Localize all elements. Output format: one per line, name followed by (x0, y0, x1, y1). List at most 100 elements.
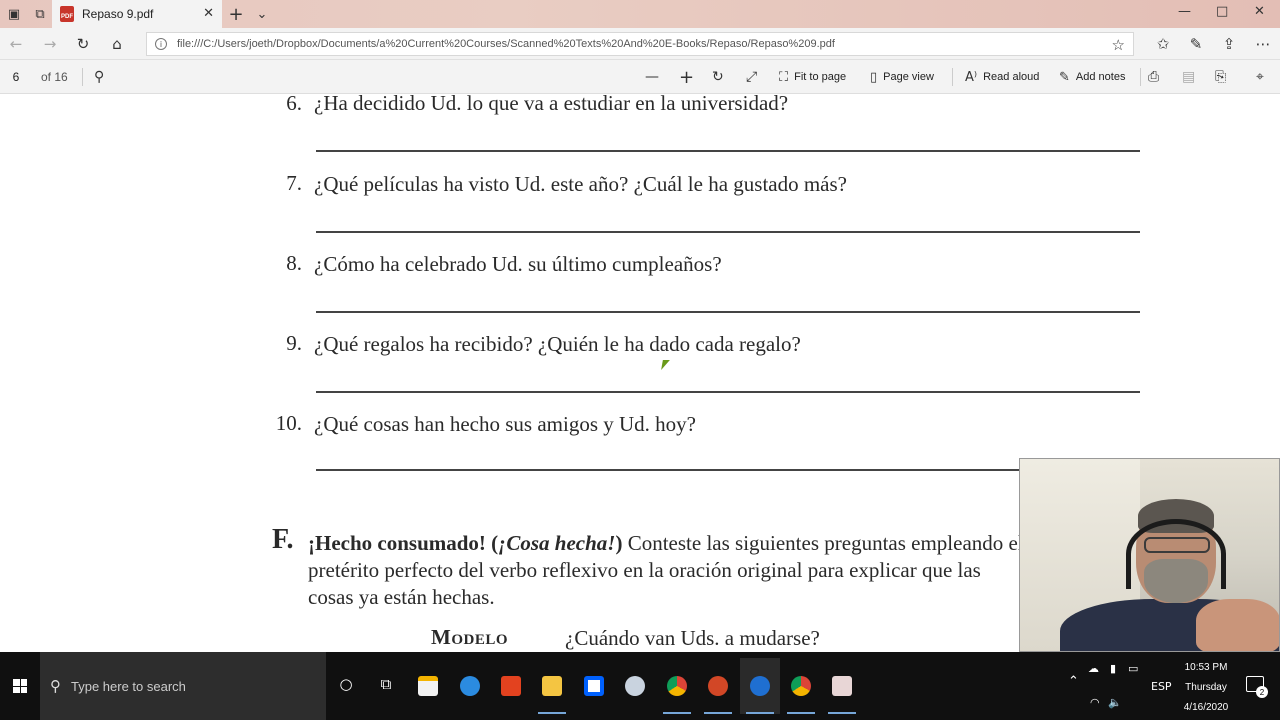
clock-time: 10:53 PM (1184, 662, 1228, 673)
webcam-person-hand (1196, 599, 1279, 651)
model-label: Modelo (431, 625, 508, 649)
section-letter: F. (272, 524, 294, 555)
forward-arrow-icon[interactable]: → (40, 34, 60, 54)
model-question: ¿Cuándo van Uds. a mudarse? (565, 626, 820, 650)
question-text: ¿Cómo ha celebrado Ud. su último cumplea… (314, 252, 722, 276)
answer-line (316, 311, 1140, 313)
pen-icon[interactable]: ✎ (1186, 34, 1206, 54)
divider (1140, 68, 1141, 86)
info-icon[interactable]: i (155, 38, 167, 50)
add-notes-button[interactable]: ✎ Add notes (1059, 68, 1125, 86)
rotate-icon[interactable]: ↻ (712, 68, 724, 86)
running-indicator (746, 712, 774, 714)
safari-app[interactable] (450, 658, 490, 714)
question-number: 9. (286, 331, 302, 355)
fit-to-page-button[interactable]: ⛶ Fit to page (779, 68, 846, 86)
tab-title: Repaso 9.pdf (82, 7, 154, 21)
question-number: 6. (286, 94, 302, 115)
search-placeholder: Type here to search (71, 678, 186, 694)
minimize-button[interactable]: — (1178, 4, 1191, 19)
clock-date: 4/16/2020 (1183, 702, 1229, 713)
powerpoint-icon (708, 676, 728, 696)
powerpoint-app[interactable] (698, 658, 738, 714)
running-indicator (663, 712, 691, 714)
page-view-button[interactable]: ▯ Page view (870, 68, 934, 86)
fit-to-page-label: Fit to page (794, 71, 847, 83)
save-as-icon[interactable]: ⎘ (1215, 68, 1226, 86)
close-window-button[interactable]: ✕ (1254, 4, 1265, 19)
mouse-pointer-icon (661, 360, 670, 370)
read-aloud-button[interactable]: A⁾ Read aloud (965, 68, 1039, 86)
zoom-out-icon[interactable]: — (645, 68, 659, 86)
tab-repaso-pdf[interactable]: PDF Repaso 9.pdf ✕ (52, 0, 222, 28)
taskbar-search[interactable]: ⚲ Type here to search (40, 652, 326, 720)
answer-line (316, 469, 1036, 471)
question-number: 8. (286, 251, 302, 275)
volume-icon[interactable]: 🔈 (1108, 696, 1122, 709)
url-field[interactable]: i file:///C:/Users/joeth/Dropbox/Documen… (146, 32, 1134, 56)
read-aloud-label: Read aloud (983, 71, 1040, 83)
question-number: 7. (286, 171, 302, 195)
zoom-app[interactable] (822, 658, 862, 714)
favorite-star-icon[interactable]: ☆ (1112, 36, 1125, 54)
edge-icon (750, 676, 770, 696)
search-icon[interactable]: ⚲ (94, 68, 104, 86)
folder-icon (542, 676, 562, 696)
divider (82, 68, 83, 86)
start-button[interactable] (0, 652, 40, 720)
add-notes-label: Add notes (1075, 71, 1126, 83)
pdf-toolbar: 6 of 16 ⚲ — + ↻ ⤢ ⛶ Fit to page ▯ Page v… (0, 60, 1280, 94)
battery-icon[interactable]: ▭ (1128, 662, 1138, 675)
section-instructions: ¡Hecho consumado! (¡Cosa hecha!) Contest… (308, 530, 1028, 611)
palette-icon (625, 676, 645, 696)
refresh-icon[interactable]: ↻ (73, 34, 93, 54)
tab-actions-icon[interactable]: ▣ (4, 4, 24, 24)
compass-icon (460, 676, 480, 696)
show-hidden-icons-chevron-icon[interactable]: ⌃ (1068, 674, 1079, 689)
read-aloud-icon: A⁾ (965, 69, 978, 85)
pin-toolbar-icon[interactable]: ⌖ (1256, 68, 1264, 86)
chrome-icon (791, 676, 811, 696)
section-title-italic: ¡Cosa hecha! (498, 531, 616, 555)
maximize-button[interactable]: □ (1216, 4, 1228, 19)
share-icon[interactable]: ⇪ (1219, 34, 1239, 54)
chrome-app-1[interactable] (657, 658, 697, 714)
question-text: ¿Qué cosas han hecho sus amigos y Ud. ho… (314, 412, 696, 436)
task-view-icon[interactable]: ⧉ (374, 672, 398, 696)
clock[interactable]: 10:53 PM Thursday 4/16/2020 (1166, 658, 1246, 718)
close-tab-icon[interactable]: ✕ (203, 6, 214, 21)
wifi-icon[interactable]: ◠ (1090, 696, 1100, 709)
notification-badge: 2 (1256, 686, 1268, 698)
file-explorer-app[interactable] (532, 658, 572, 714)
zoom-in-icon[interactable]: + (679, 67, 694, 88)
fullscreen-icon[interactable]: ⤢ (746, 68, 757, 86)
tab-menu-chevron-icon[interactable]: ⌄ (252, 4, 272, 24)
more-icon[interactable]: ⋯ (1253, 34, 1273, 54)
favorites-icon[interactable]: ✩ (1153, 34, 1173, 54)
page-total: of 16 (41, 70, 68, 84)
set-tabs-aside-icon[interactable]: ⧉ (30, 4, 50, 24)
new-tab-button[interactable]: + (226, 4, 246, 25)
pen-icon: ✎ (1059, 69, 1070, 85)
back-arrow-icon[interactable]: ← (6, 34, 26, 54)
paint-app[interactable] (615, 658, 655, 714)
windows-icon (13, 679, 27, 693)
question-text: ¿Qué películas ha visto Ud. este año? ¿C… (314, 172, 847, 196)
print-icon[interactable]: ⎙ (1148, 68, 1159, 86)
edge-app[interactable] (740, 658, 780, 714)
store-icon (418, 676, 438, 696)
cortana-icon[interactable]: ○ (334, 672, 358, 696)
onedrive-icon[interactable]: ☁ (1088, 662, 1099, 675)
answer-line (316, 150, 1140, 152)
page-view-icon: ▯ (870, 69, 878, 85)
page-number-input[interactable]: 6 (6, 67, 26, 87)
microphone-icon[interactable]: ▮ (1110, 662, 1116, 675)
store-app[interactable] (408, 658, 448, 714)
home-icon[interactable]: ⌂ (107, 34, 127, 54)
save-icon[interactable]: ▤ (1182, 68, 1195, 86)
dropbox-app[interactable] (574, 658, 614, 714)
office-app[interactable] (491, 658, 531, 714)
fit-to-page-icon: ⛶ (779, 69, 789, 85)
chrome-app-2[interactable] (781, 658, 821, 714)
question-text: ¿Qué regalos ha recibido? ¿Quién le ha d… (314, 332, 801, 356)
